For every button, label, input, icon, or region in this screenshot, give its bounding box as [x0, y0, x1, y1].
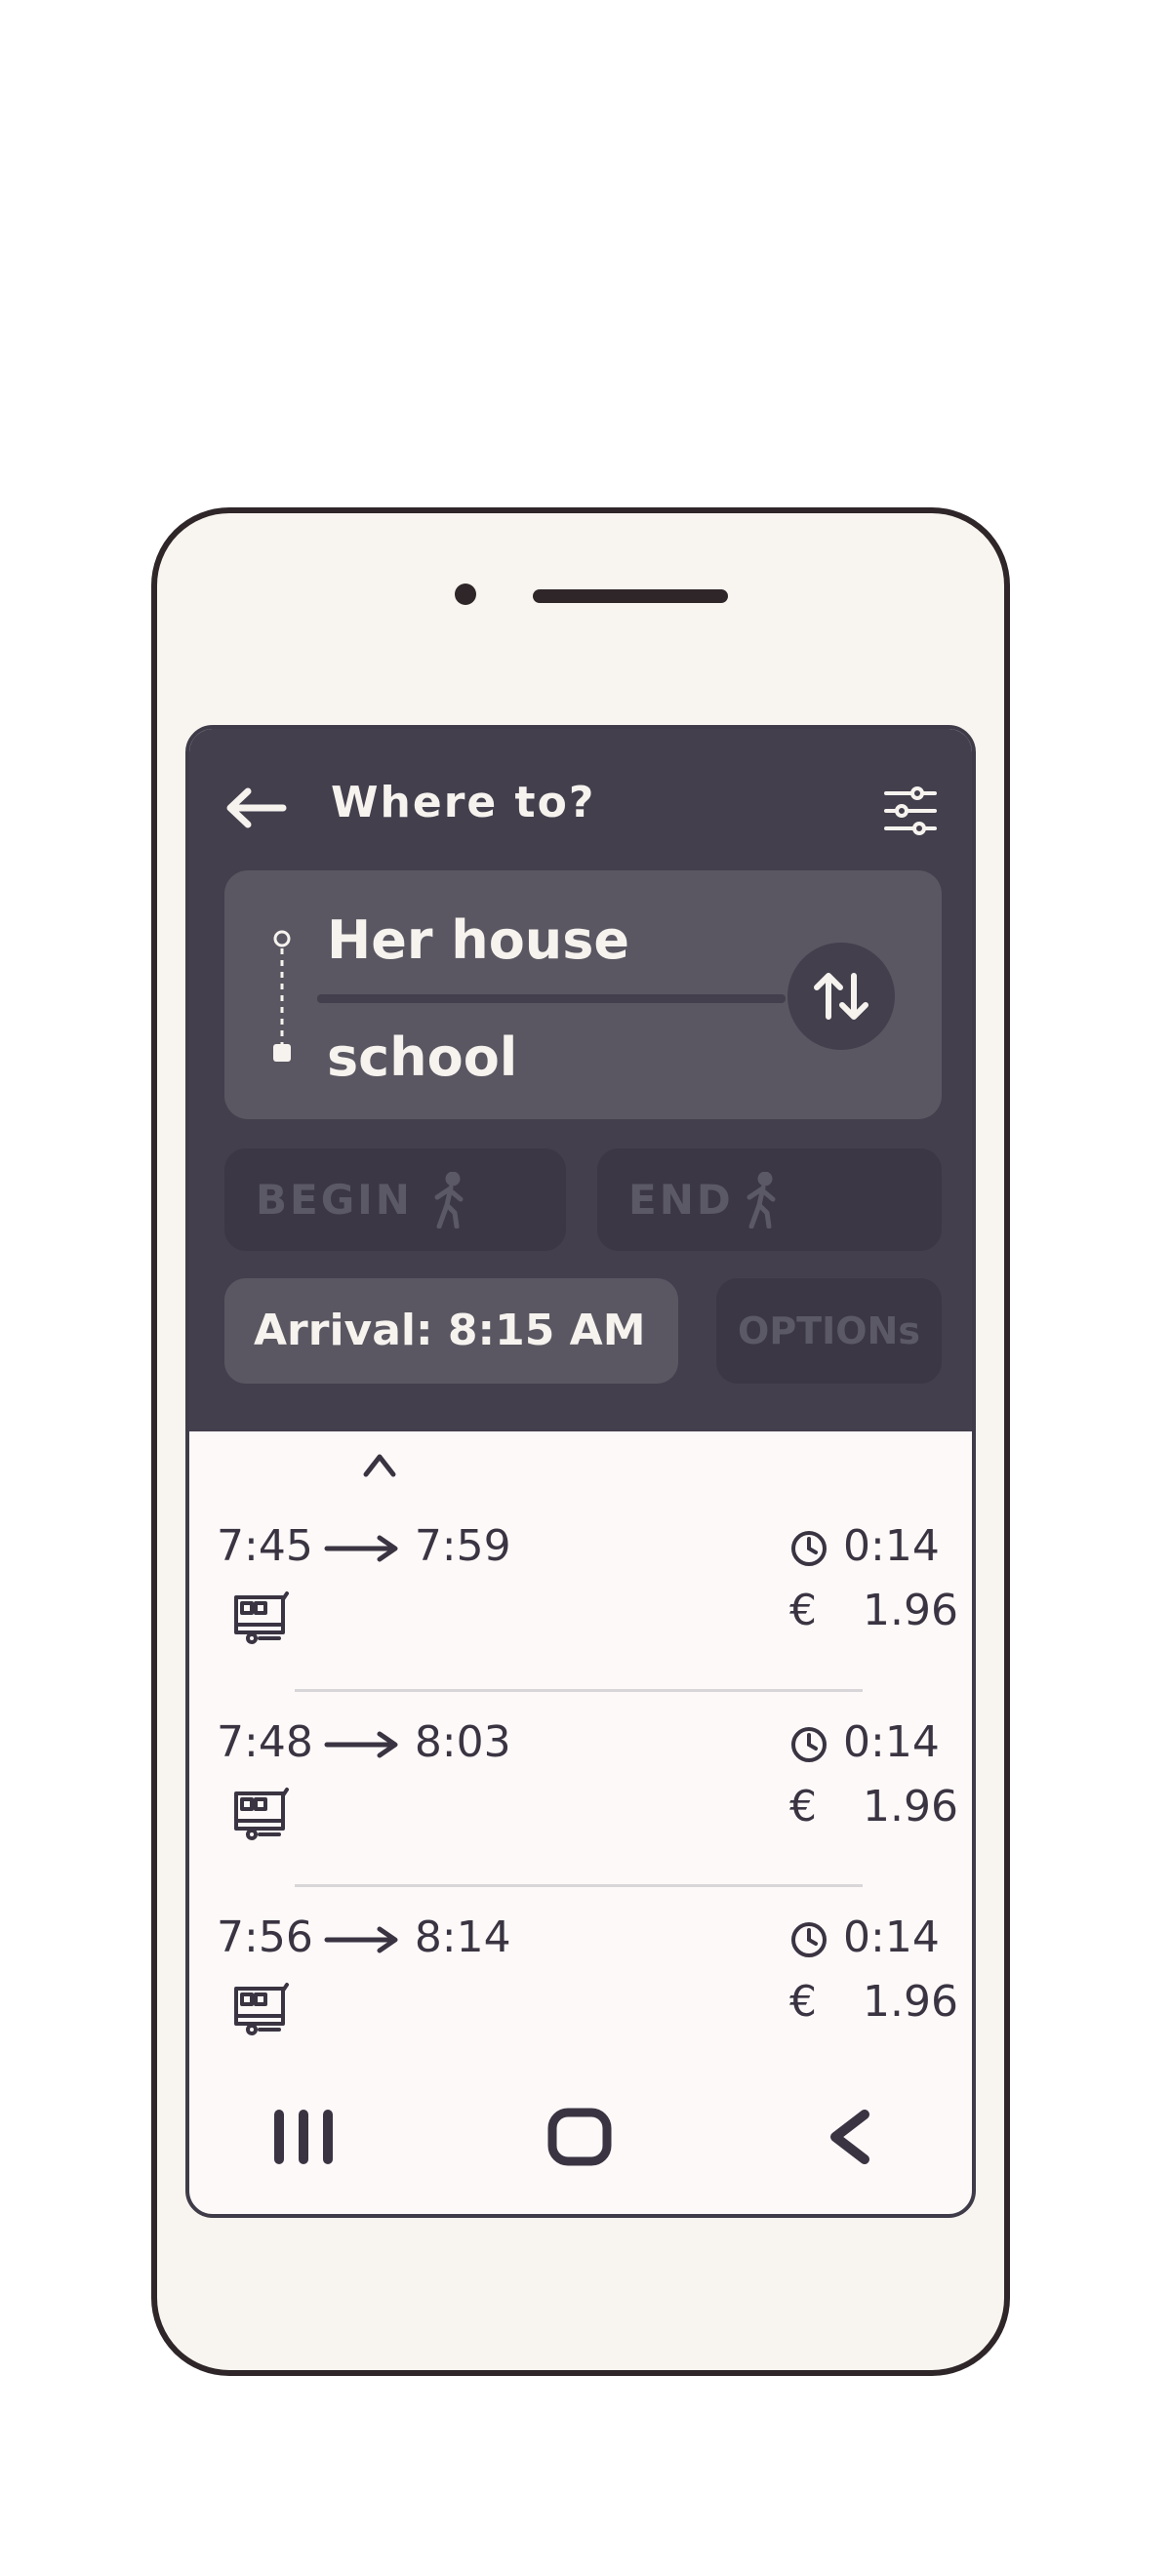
trip-divider — [295, 1884, 863, 1887]
arrival-label: Arrival: 8:15 AM — [254, 1306, 646, 1355]
end-label: END — [628, 1176, 734, 1224]
arrow-right-icon — [324, 1731, 398, 1758]
trip-duration: 0:14 — [843, 1717, 940, 1767]
clock-icon — [791, 1531, 827, 1566]
tram-icon — [234, 1591, 289, 1644]
arrow-right-icon — [324, 1926, 398, 1953]
clock-icon — [791, 1922, 827, 1957]
arrival-time: 8:03 — [414, 1717, 511, 1767]
euro-icon: € — [789, 1977, 817, 2027]
euro-icon: € — [789, 1782, 817, 1831]
tram-icon — [234, 1788, 289, 1840]
tram-icon — [234, 1983, 289, 2035]
trip-price: 1.96 — [863, 1977, 958, 2027]
trip-divider — [295, 1689, 863, 1692]
clock-icon — [791, 1727, 827, 1762]
arrival-time: 8:14 — [414, 1912, 511, 1962]
recent-apps-icon[interactable] — [267, 2107, 340, 2167]
options-button[interactable]: OPTIONs — [716, 1278, 942, 1384]
trip-times: 7:56 8:14 — [217, 1912, 511, 1962]
route-card: Her house school — [224, 870, 942, 1119]
page: Where to? Her house school BEGIN END Arr… — [0, 0, 1171, 2576]
trip-row[interactable]: 7:56 8:14 0:14 € 1.96 — [189, 1912, 972, 2069]
departure-time: 7:45 — [217, 1521, 313, 1571]
arrival-time-button[interactable]: Arrival: 8:15 AM — [224, 1278, 678, 1384]
route-divider — [317, 994, 786, 1003]
trip-price: 1.96 — [863, 1782, 958, 1831]
trip-times: 7:45 7:59 — [217, 1521, 511, 1571]
swap-button[interactable] — [787, 943, 895, 1050]
home-icon[interactable] — [546, 2107, 613, 2167]
end-button[interactable]: END — [597, 1148, 942, 1251]
swap-vertical-icon — [814, 973, 868, 1020]
back-icon[interactable] — [826, 2109, 872, 2165]
euro-icon: € — [789, 1586, 817, 1635]
app-screen: Where to? Her house school BEGIN END Arr… — [185, 725, 976, 2218]
trip-row[interactable]: 7:45 7:59 0:14 € 1.96 — [189, 1521, 972, 1677]
trip-price: 1.96 — [863, 1586, 958, 1635]
walking-person-icon — [434, 1172, 464, 1228]
destination-field[interactable]: school — [327, 1026, 517, 1088]
departure-time: 7:48 — [217, 1717, 313, 1767]
system-nav-bar — [189, 2095, 972, 2183]
origin-field[interactable]: Her house — [327, 909, 629, 971]
arrival-time: 7:59 — [414, 1521, 511, 1571]
arrow-right-icon — [324, 1535, 398, 1562]
trip-times: 7:48 8:03 — [217, 1717, 511, 1767]
chevron-up-icon[interactable] — [360, 1449, 399, 1478]
departure-time: 7:56 — [217, 1912, 313, 1962]
earpiece-speaker — [533, 589, 728, 603]
options-label: OPTIONs — [738, 1309, 920, 1352]
trip-duration: 0:14 — [843, 1912, 940, 1962]
page-title: Where to? — [331, 778, 596, 827]
begin-button[interactable]: BEGIN — [224, 1148, 566, 1251]
begin-label: BEGIN — [256, 1176, 413, 1224]
trip-duration: 0:14 — [843, 1521, 940, 1571]
search-header: Where to? Her house school BEGIN END Arr… — [189, 729, 972, 1431]
arrow-left-icon[interactable] — [224, 785, 289, 830]
route-line-icon — [273, 930, 291, 1062]
walking-person-icon — [747, 1172, 776, 1228]
trip-row[interactable]: 7:48 8:03 0:14 € 1.96 — [189, 1717, 972, 1873]
front-camera — [455, 584, 476, 605]
sliders-icon[interactable] — [882, 784, 939, 838]
